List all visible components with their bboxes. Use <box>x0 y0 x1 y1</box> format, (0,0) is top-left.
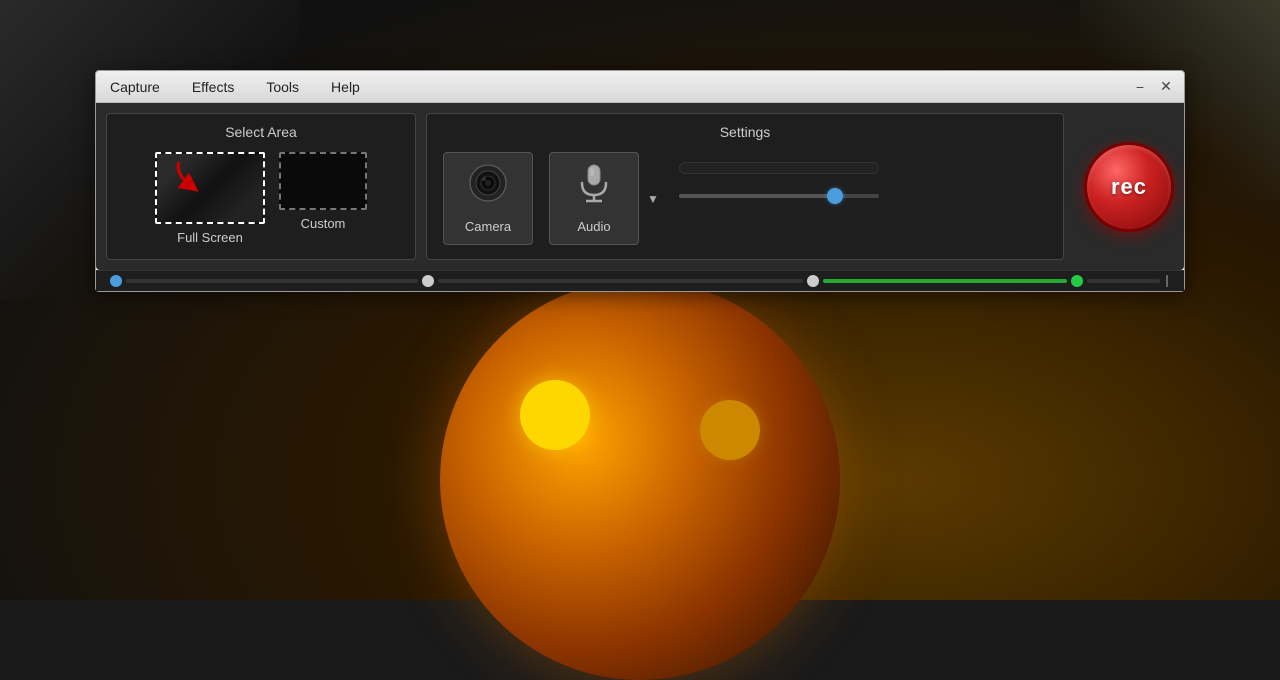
menu-help[interactable]: Help <box>325 75 366 99</box>
timeline-marker <box>1166 275 1168 287</box>
select-area-panel: Select Area <box>106 113 416 260</box>
timeline-dot-2 <box>422 275 434 287</box>
custom-label: Custom <box>301 216 346 231</box>
timeline-seg-2 <box>438 279 803 283</box>
fullscreen-thumb <box>155 152 265 224</box>
timeline-dot-1 <box>110 275 122 287</box>
volume-controls <box>679 152 1047 204</box>
menu-bar: Capture Effects Tools Help <box>104 75 366 99</box>
capture-options: Full Screen Custom <box>121 152 401 245</box>
volume-fill <box>679 194 835 198</box>
timeline-seg-4 <box>1087 279 1160 283</box>
custom-option[interactable]: Custom <box>279 152 367 231</box>
audio-button[interactable]: Audio <box>549 152 639 245</box>
audio-dropdown-arrow[interactable]: ▼ <box>643 190 663 208</box>
close-button[interactable]: ✕ <box>1156 77 1176 97</box>
volume-level-fill <box>679 162 879 174</box>
main-row: Select Area <box>106 113 1174 260</box>
timeline-dot-4 <box>1071 275 1083 287</box>
volume-level-bar <box>679 162 879 174</box>
menu-tools[interactable]: Tools <box>260 75 305 99</box>
select-area-title: Select Area <box>121 124 401 140</box>
volume-track <box>679 194 879 198</box>
audio-label: Audio <box>577 219 610 234</box>
rec-button-container: rec <box>1074 113 1174 260</box>
rec-label: rec <box>1111 174 1147 200</box>
menu-effects[interactable]: Effects <box>186 75 241 99</box>
app-window: Capture Effects Tools Help − ✕ Select Ar… <box>95 70 1185 292</box>
camera-label: Camera <box>465 219 511 234</box>
timeline-seg-1 <box>126 279 418 283</box>
audio-icon <box>576 163 612 211</box>
rec-button[interactable]: rec <box>1084 142 1174 232</box>
menu-capture[interactable]: Capture <box>104 75 166 99</box>
camera-button[interactable]: Camera <box>443 152 533 245</box>
minimize-button[interactable]: − <box>1130 77 1150 97</box>
volume-slider[interactable] <box>679 188 879 204</box>
bg-circle-decoration <box>440 280 840 680</box>
settings-controls: Camera <box>443 152 1047 245</box>
volume-thumb[interactable] <box>827 188 843 204</box>
audio-btn-wrapper: Audio ▼ <box>549 152 663 245</box>
fullscreen-option[interactable]: Full Screen <box>155 152 265 245</box>
fullscreen-label: Full Screen <box>177 230 243 245</box>
title-bar: Capture Effects Tools Help − ✕ <box>96 71 1184 103</box>
settings-panel: Settings <box>426 113 1064 260</box>
settings-title: Settings <box>443 124 1047 140</box>
camera-icon <box>468 163 508 211</box>
bottom-bar <box>96 270 1184 291</box>
timeline-dot-3 <box>807 275 819 287</box>
custom-thumb <box>279 152 367 210</box>
timeline-seg-3 <box>823 279 1067 283</box>
content-area: Select Area <box>96 103 1184 270</box>
title-controls: − ✕ <box>1130 77 1176 97</box>
red-arrow-icon <box>171 158 211 198</box>
